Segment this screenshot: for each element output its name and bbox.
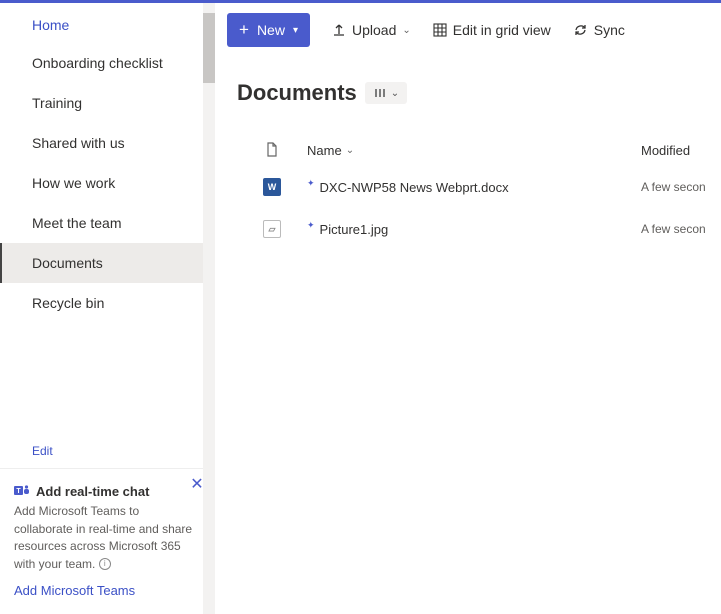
chevron-down-icon: ⌄: [346, 145, 354, 156]
column-header-icon[interactable]: [237, 142, 307, 158]
sidebar-item-home[interactable]: Home: [0, 7, 215, 43]
chevron-down-icon: ⌄: [402, 25, 410, 36]
new-indicator-icon: ✦: [307, 220, 315, 231]
table-row[interactable]: W ✦DXC-NWP58 News Webprt.docxA few secon: [237, 166, 721, 208]
table-row[interactable]: ▱ ✦Picture1.jpgA few secon: [237, 208, 721, 250]
promo-title: Add real-time chat: [36, 484, 149, 499]
command-bar: + New ▾ Upload ⌄ Edit in grid view: [215, 3, 721, 58]
file-icon: [265, 142, 279, 158]
sidebar-item-how-we-work[interactable]: How we work: [0, 163, 215, 203]
new-indicator-icon: ✦: [307, 178, 315, 189]
edit-grid-label: Edit in grid view: [453, 22, 551, 38]
add-teams-link[interactable]: Add Microsoft Teams: [14, 583, 135, 598]
sidebar-edit-link[interactable]: Edit: [0, 430, 215, 468]
promo-body: Add Microsoft Teams to collaborate in re…: [14, 503, 201, 573]
upload-label: Upload: [352, 22, 396, 38]
column-header-modified[interactable]: Modified: [641, 143, 721, 158]
column-headers: Name ⌄ Modified: [237, 134, 721, 166]
sidebar: HomeOnboarding checklistTrainingShared w…: [0, 3, 215, 614]
sidebar-item-meet-the-team[interactable]: Meet the team: [0, 203, 215, 243]
page-title: Documents: [237, 80, 357, 106]
main-area: + New ▾ Upload ⌄ Edit in grid view: [215, 3, 721, 614]
svg-text:T: T: [16, 488, 21, 495]
modified-value: A few secon: [641, 180, 721, 194]
sync-icon: [573, 23, 588, 37]
sidebar-item-shared-with-us[interactable]: Shared with us: [0, 123, 215, 163]
bars-icon: [373, 86, 387, 100]
file-name[interactable]: ✦DXC-NWP58 News Webprt.docx: [307, 180, 641, 195]
sync-label: Sync: [594, 22, 625, 38]
teams-promo-card: ✕ T Add real-time chat Add Microsoft Tea…: [0, 468, 215, 614]
sidebar-scrollbar-track[interactable]: [203, 3, 215, 614]
upload-icon: [332, 23, 346, 37]
file-name[interactable]: ✦Picture1.jpg: [307, 222, 641, 237]
sidebar-item-documents[interactable]: Documents: [0, 243, 215, 283]
chevron-down-icon: ⌄: [391, 88, 399, 99]
new-button-label: New: [257, 22, 285, 38]
word-file-icon: W: [263, 178, 281, 196]
image-file-icon: ▱: [263, 220, 281, 238]
sync-button[interactable]: Sync: [573, 22, 625, 38]
sidebar-scrollbar-thumb[interactable]: [203, 13, 215, 83]
new-button[interactable]: + New ▾: [227, 13, 310, 47]
column-header-name[interactable]: Name ⌄: [307, 143, 641, 158]
chevron-down-icon: ▾: [293, 25, 298, 36]
info-icon[interactable]: i: [99, 558, 111, 570]
sidebar-item-recycle-bin[interactable]: Recycle bin: [0, 283, 215, 323]
sidebar-nav: HomeOnboarding checklistTrainingShared w…: [0, 3, 215, 430]
edit-grid-button[interactable]: Edit in grid view: [433, 22, 551, 38]
modified-value: A few secon: [641, 222, 721, 236]
sidebar-item-onboarding-checklist[interactable]: Onboarding checklist: [0, 43, 215, 83]
grid-icon: [433, 23, 447, 37]
upload-button[interactable]: Upload ⌄: [332, 22, 411, 38]
teams-icon: T: [14, 483, 30, 499]
sidebar-item-training[interactable]: Training: [0, 83, 215, 123]
view-switcher[interactable]: ⌄: [365, 82, 407, 104]
